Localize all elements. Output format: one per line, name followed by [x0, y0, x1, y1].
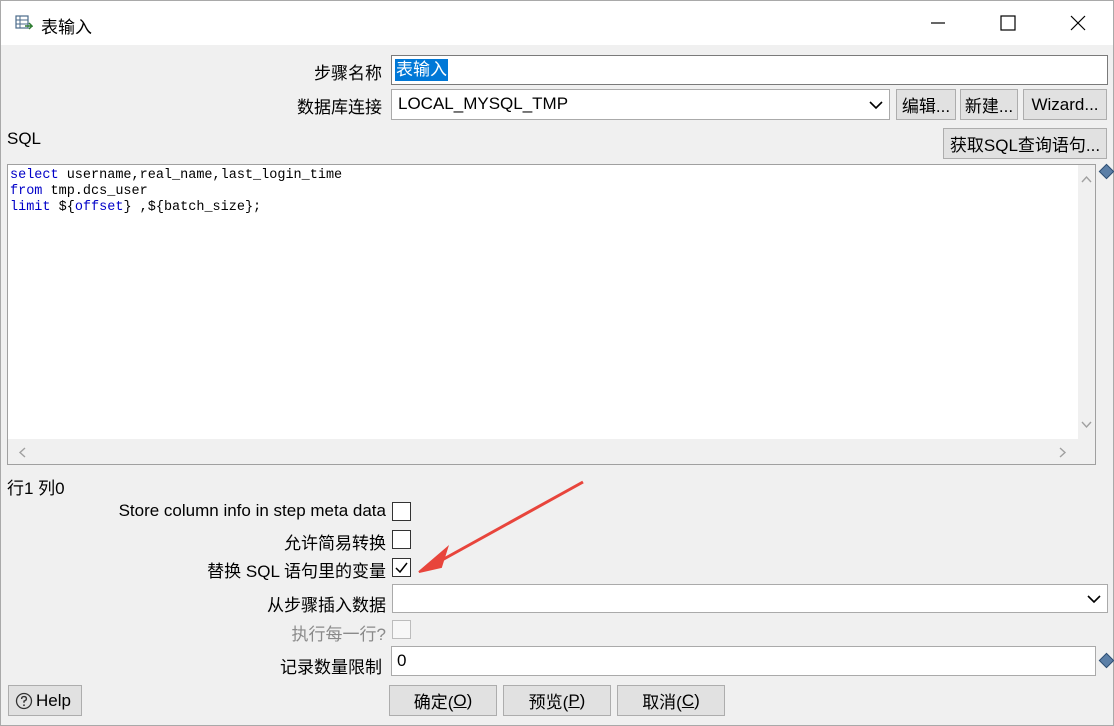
- sql-text: ${: [50, 200, 75, 215]
- sql-keyword: limit: [10, 200, 51, 215]
- limit-value: 0: [397, 651, 407, 670]
- replace-vars-label: 替换 SQL 语句里的变量: [207, 562, 386, 581]
- cancel-label: 取消(: [642, 693, 682, 712]
- scroll-up-icon: [1081, 175, 1092, 183]
- vertical-scrollbar[interactable]: [1078, 165, 1095, 439]
- ok-paren: ): [466, 690, 473, 710]
- insert-from-step-select[interactable]: [392, 584, 1108, 613]
- new-connection-button[interactable]: 新建...: [960, 89, 1018, 120]
- maximize-button[interactable]: [973, 1, 1043, 45]
- preview-paren: ): [579, 690, 586, 710]
- ok-hotkey: O: [453, 690, 467, 710]
- get-sql-button[interactable]: 获取SQL查询语句...: [943, 128, 1107, 159]
- edit-connection-button[interactable]: 编辑...: [896, 89, 956, 120]
- scroll-left-icon: [18, 447, 26, 458]
- limit-input[interactable]: 0: [391, 646, 1096, 676]
- preview-hotkey: P: [568, 690, 580, 710]
- step-name-label: 步骤名称: [314, 64, 382, 83]
- title-bar: 表输入: [1, 1, 1113, 45]
- limit-label: 记录数量限制: [280, 658, 382, 677]
- variable-hint-icon: [1098, 163, 1114, 180]
- execute-each-row-checkbox[interactable]: [392, 620, 411, 639]
- wizard-button[interactable]: Wizard...: [1023, 89, 1107, 120]
- help-button-label: Help: [36, 690, 71, 710]
- ok-button[interactable]: 确定(O): [389, 685, 497, 716]
- table-input-icon: [15, 15, 33, 30]
- help-button[interactable]: Help: [8, 685, 82, 716]
- close-icon: [1070, 15, 1086, 31]
- help-icon: [15, 692, 33, 709]
- connection-label: 数据库连接: [297, 98, 382, 117]
- lazy-conversion-checkbox[interactable]: [392, 530, 411, 549]
- edit-button-label: 编辑...: [901, 97, 951, 116]
- wizard-button-label: Wizard...: [1031, 94, 1099, 114]
- replace-vars-checkbox[interactable]: [392, 558, 411, 577]
- sql-label: SQL: [7, 129, 42, 148]
- step-name-value: 表输入: [395, 59, 448, 81]
- scroll-right-icon: [1059, 447, 1067, 458]
- variable-hint-icon: [1098, 652, 1114, 669]
- sql-keyword: select: [10, 168, 59, 183]
- preview-button[interactable]: 预览(P): [503, 685, 611, 716]
- dialog-window: 表输入 步骤名称 表输入 数据库连接 LOCAL_MYSQL_TMP 编辑...…: [0, 0, 1114, 726]
- insert-from-step-label: 从步骤插入数据: [267, 596, 386, 615]
- checkmark-icon: [395, 562, 408, 574]
- horizontal-scrollbar[interactable]: [8, 439, 1095, 464]
- ok-label: 确定(: [413, 693, 454, 712]
- sql-text: } ,${batch_size};: [123, 200, 262, 215]
- sql-editor[interactable]: select username,real_name,last_login_tim…: [7, 164, 1096, 465]
- step-name-input[interactable]: 表输入: [391, 55, 1108, 85]
- scroll-down-icon: [1081, 421, 1092, 429]
- store-column-label: Store column info in step meta data: [118, 501, 386, 520]
- sql-text: tmp.dcs_user: [42, 184, 148, 199]
- sql-keyword: from: [10, 184, 43, 199]
- minimize-icon: [931, 22, 945, 24]
- chevron-down-icon: [1087, 595, 1101, 604]
- cancel-button[interactable]: 取消(C): [617, 685, 725, 716]
- new-button-label: 新建...: [964, 97, 1014, 116]
- get-sql-button-label: 获取SQL查询语句...: [949, 136, 1101, 155]
- execute-each-row-label: 执行每一行?: [291, 625, 386, 644]
- window-title: 表输入: [41, 18, 92, 37]
- preview-label: 预览(: [528, 693, 569, 712]
- connection-value: LOCAL_MYSQL_TMP: [398, 94, 569, 113]
- annotation-arrow-icon: [418, 480, 584, 573]
- lazy-conversion-label: 允许简易转换: [284, 534, 386, 553]
- close-button[interactable]: [1043, 1, 1113, 45]
- sql-text: username,real_name,last_login_time: [58, 168, 343, 183]
- cancel-hotkey: C: [681, 690, 695, 710]
- cancel-paren: ): [694, 690, 700, 710]
- store-column-checkbox[interactable]: [392, 502, 411, 521]
- sql-code: select username,real_name,last_login_tim…: [8, 165, 1095, 216]
- sql-variable: offset: [74, 200, 124, 215]
- cursor-position: 行1 列0: [7, 479, 65, 498]
- minimize-button[interactable]: [903, 1, 973, 45]
- connection-select[interactable]: LOCAL_MYSQL_TMP: [391, 89, 890, 120]
- chevron-down-icon: [869, 101, 883, 110]
- maximize-icon: [1000, 15, 1016, 31]
